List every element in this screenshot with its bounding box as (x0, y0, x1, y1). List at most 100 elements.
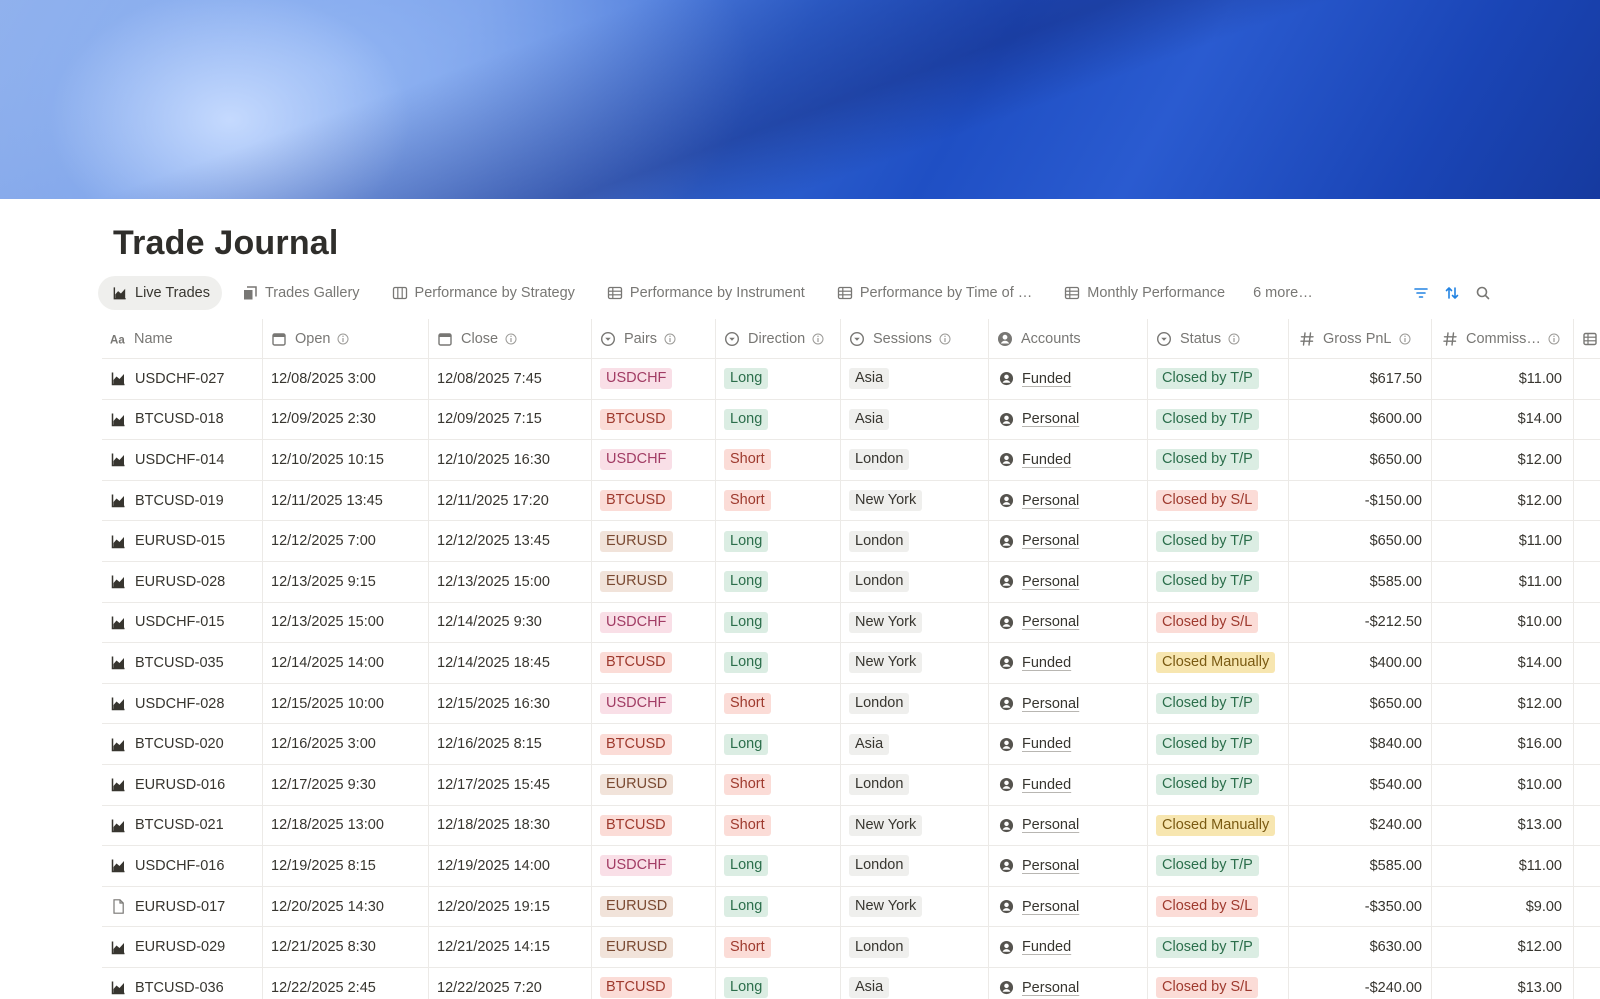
table-row[interactable]: BTCUSD-021 12/18/2025 13:00 12/18/2025 18:… (102, 805, 1600, 847)
cell-commission[interactable]: $12.00 (1432, 440, 1574, 480)
cell-sessions[interactable]: Asia (841, 724, 989, 764)
cell-direction[interactable]: Short (716, 764, 841, 805)
view-tab-more[interactable]: 6 more… (1243, 276, 1325, 310)
cell-open[interactable]: 12/13/2025 15:00 (263, 602, 429, 643)
cell-sessions[interactable]: London (841, 440, 989, 480)
cell-close[interactable]: 12/16/2025 8:15 (429, 724, 592, 764)
column-header-commission[interactable]: Commiss… (1432, 319, 1574, 358)
account-link[interactable]: Funded (997, 655, 1071, 671)
cell-sessions[interactable]: London (841, 561, 989, 602)
cell-close[interactable]: 12/18/2025 18:30 (429, 805, 592, 846)
cell-open[interactable]: 12/11/2025 13:45 (263, 480, 429, 521)
table-row[interactable]: USDCHF-016 12/19/2025 8:15 12/19/2025 14:0… (102, 846, 1600, 887)
cell-commission[interactable]: $10.00 (1432, 764, 1574, 805)
cell-pairs[interactable]: EURUSD (592, 561, 716, 602)
cell-status[interactable]: Closed by T/P (1148, 521, 1289, 561)
cell-status[interactable]: Closed by S/L (1148, 480, 1289, 521)
account-link[interactable]: Personal (997, 614, 1079, 630)
cell-name[interactable]: USDCHF-014 (102, 440, 263, 480)
cell-accounts[interactable]: Personal (989, 683, 1148, 724)
cell-accounts[interactable]: Personal (989, 521, 1148, 561)
info-icon[interactable] (505, 333, 517, 345)
cell-direction[interactable]: Short (716, 683, 841, 724)
cell-gross-pnl[interactable]: $240.00 (1289, 805, 1432, 846)
cell-name[interactable]: EURUSD-028 (102, 561, 263, 602)
filter-icon[interactable] (1412, 284, 1430, 302)
account-link[interactable]: Personal (997, 574, 1079, 590)
cell-status[interactable]: Closed by T/P (1148, 561, 1289, 602)
cell-close[interactable]: 12/20/2025 19:15 (429, 886, 592, 927)
cell-commission[interactable]: $14.00 (1432, 643, 1574, 683)
cell-pairs[interactable]: USDCHF (592, 846, 716, 886)
cell-sessions[interactable]: London (841, 521, 989, 561)
account-link[interactable]: Funded (997, 777, 1071, 793)
cell-accounts[interactable]: Personal (989, 399, 1148, 440)
column-header-pairs[interactable]: Pairs (592, 319, 716, 358)
cell-close[interactable]: 12/17/2025 15:45 (429, 764, 592, 805)
cell-sessions[interactable]: London (841, 764, 989, 805)
column-header-status[interactable]: Status (1148, 319, 1289, 358)
cell-close[interactable]: 12/19/2025 14:00 (429, 846, 592, 886)
cell-close[interactable]: 12/12/2025 13:45 (429, 521, 592, 561)
table-row[interactable]: EURUSD-017 12/20/2025 14:30 12/20/2025 19:… (102, 886, 1600, 928)
table-row[interactable]: BTCUSD-036 12/22/2025 2:45 12/22/2025 7:20… (102, 967, 1600, 999)
cell-open[interactable]: 12/10/2025 10:15 (263, 440, 429, 480)
account-link[interactable]: Personal (997, 411, 1079, 427)
cell-commission[interactable]: $10.00 (1432, 602, 1574, 643)
cell-commission[interactable]: $11.00 (1432, 521, 1574, 561)
column-header-overflow[interactable] (1574, 319, 1600, 358)
view-tab-performance-by-instrument[interactable]: Performance by Instrument (593, 276, 817, 310)
info-icon[interactable] (337, 333, 349, 345)
cell-sessions[interactable]: New York (841, 886, 989, 927)
cell-sessions[interactable]: London (841, 927, 989, 967)
account-link[interactable]: Personal (997, 899, 1079, 915)
cell-open[interactable]: 12/18/2025 13:00 (263, 805, 429, 846)
cell-status[interactable]: Closed by T/P (1148, 764, 1289, 805)
cell-gross-pnl[interactable]: -$212.50 (1289, 602, 1432, 643)
cell-accounts[interactable]: Funded (989, 927, 1148, 967)
info-icon[interactable] (812, 333, 824, 345)
cell-direction[interactable]: Long (716, 359, 841, 399)
table-row[interactable]: EURUSD-015 12/12/2025 7:00 12/12/2025 13:4… (102, 521, 1600, 562)
cell-sessions[interactable]: New York (841, 480, 989, 521)
cell-status[interactable]: Closed by T/P (1148, 440, 1289, 480)
cell-open[interactable]: 12/21/2025 8:30 (263, 927, 429, 967)
cell-direction[interactable]: Long (716, 399, 841, 440)
table-row[interactable]: BTCUSD-019 12/11/2025 13:45 12/11/2025 17:… (102, 480, 1600, 522)
view-tab-performance-by-time-of[interactable]: Performance by Time of … (823, 276, 1044, 310)
cell-close[interactable]: 12/13/2025 15:00 (429, 561, 592, 602)
cell-accounts[interactable]: Personal (989, 561, 1148, 602)
column-header-accounts[interactable]: Accounts (989, 319, 1148, 358)
account-link[interactable]: Funded (997, 452, 1071, 468)
table-row[interactable]: USDCHF-027 12/08/2025 3:00 12/08/2025 7:45… (102, 359, 1600, 400)
view-tab-performance-by-strategy[interactable]: Performance by Strategy (378, 276, 587, 310)
cell-pairs[interactable]: EURUSD (592, 886, 716, 927)
table-row[interactable]: EURUSD-029 12/21/2025 8:30 12/21/2025 14:1… (102, 927, 1600, 968)
column-header-open[interactable]: Open (263, 319, 429, 358)
account-link[interactable]: Personal (997, 493, 1079, 509)
cell-gross-pnl[interactable]: $617.50 (1289, 359, 1432, 399)
cell-pairs[interactable]: USDCHF (592, 683, 716, 724)
cell-pairs[interactable]: EURUSD (592, 764, 716, 805)
cell-pairs[interactable]: BTCUSD (592, 399, 716, 440)
cell-name[interactable]: BTCUSD-019 (102, 480, 263, 521)
cell-name[interactable]: USDCHF-015 (102, 602, 263, 643)
cell-name[interactable]: EURUSD-015 (102, 521, 263, 561)
cell-close[interactable]: 12/14/2025 18:45 (429, 643, 592, 683)
cell-open[interactable]: 12/17/2025 9:30 (263, 764, 429, 805)
column-header-sessions[interactable]: Sessions (841, 319, 989, 358)
cell-open[interactable]: 12/20/2025 14:30 (263, 886, 429, 927)
cell-accounts[interactable]: Personal (989, 602, 1148, 643)
cell-name[interactable]: BTCUSD-036 (102, 967, 263, 999)
cell-gross-pnl[interactable]: $650.00 (1289, 440, 1432, 480)
cell-open[interactable]: 12/14/2025 14:00 (263, 643, 429, 683)
info-icon[interactable] (664, 333, 676, 345)
cell-gross-pnl[interactable]: $600.00 (1289, 399, 1432, 440)
view-tab-monthly-performance[interactable]: Monthly Performance (1050, 276, 1237, 310)
cell-accounts[interactable]: Funded (989, 643, 1148, 683)
account-link[interactable]: Personal (997, 980, 1079, 996)
cell-accounts[interactable]: Personal (989, 846, 1148, 886)
cell-commission[interactable]: $12.00 (1432, 480, 1574, 521)
cell-accounts[interactable]: Personal (989, 967, 1148, 999)
cell-accounts[interactable]: Funded (989, 724, 1148, 764)
